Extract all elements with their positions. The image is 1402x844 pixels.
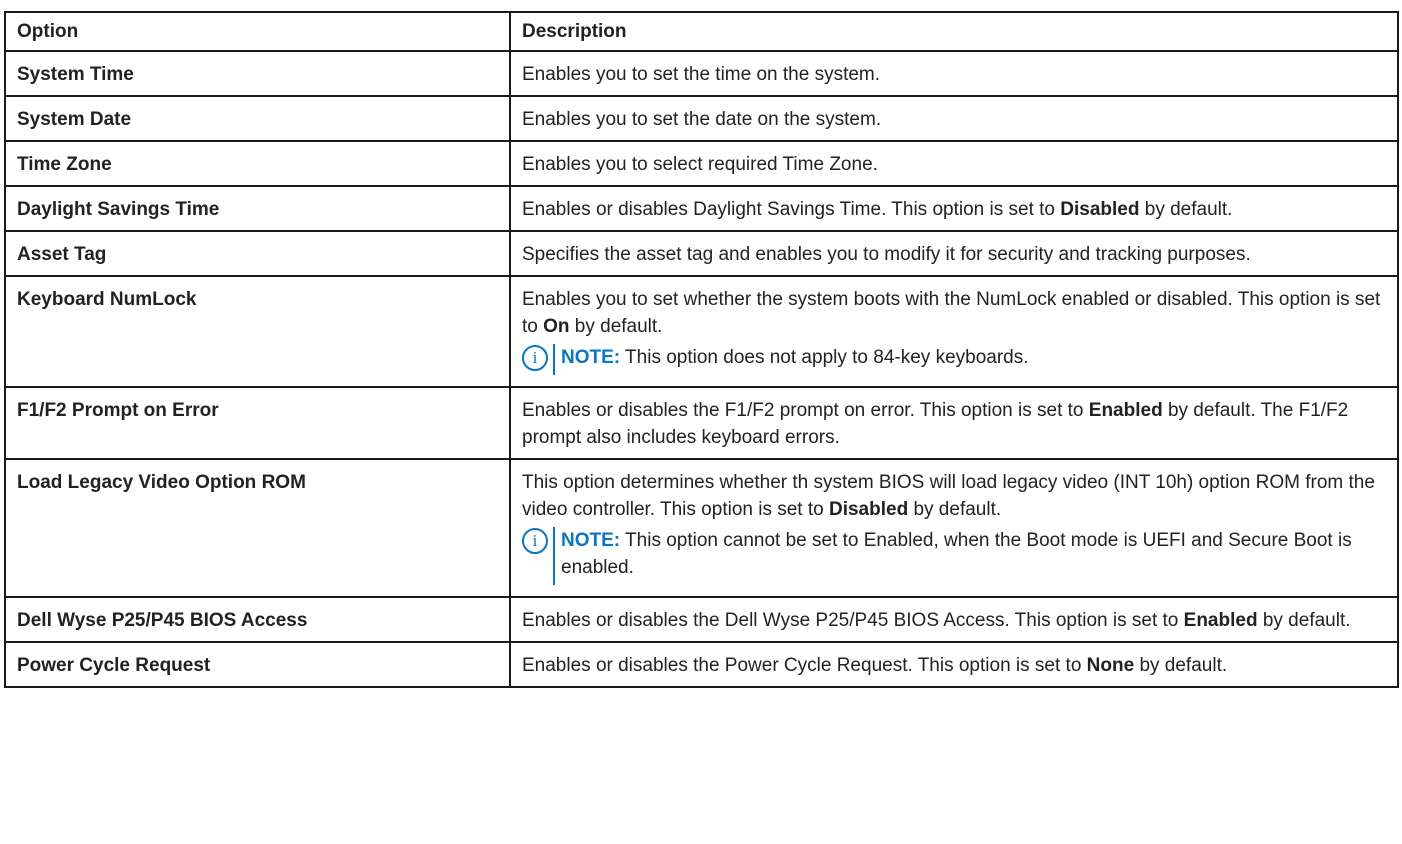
description-text: Specifies the asset tag and enables you … [522, 244, 1251, 265]
note-text: This option does not apply to 84-key key… [620, 347, 1029, 368]
table-row: Keyboard NumLock Enables you to set whet… [4, 275, 1399, 388]
option-column-header: Option [4, 11, 511, 52]
note-callout: i NOTE: This option cannot be set to Ena… [522, 527, 1387, 585]
description-column-header: Description [509, 11, 1399, 52]
note-callout: i NOTE: This option does not apply to 84… [522, 344, 1387, 375]
option-name: System Time [4, 50, 511, 97]
default-value: On [543, 316, 570, 337]
table-row: Power Cycle Request Enables or disables … [4, 641, 1399, 688]
description-text: Enables or disables the F1/F2 prompt on … [522, 400, 1089, 421]
note-body: NOTE: This option cannot be set to Enabl… [553, 527, 1387, 585]
option-name: Keyboard NumLock [4, 275, 511, 388]
description-text: Enables or disables the Power Cycle Requ… [522, 655, 1087, 676]
option-description: Enables you to select required Time Zone… [509, 140, 1399, 187]
description-text-tail: by default. [1257, 610, 1351, 631]
description-text: Enables you to set the date on the syste… [522, 109, 882, 130]
description-paragraph: Enables you to set whether the system bo… [522, 286, 1387, 340]
bios-options-table: Option Description System Time Enables y… [4, 11, 1399, 688]
description-paragraph: This option determines whether th system… [522, 469, 1387, 523]
table-row: Load Legacy Video Option ROM This option… [4, 458, 1399, 598]
option-name: Time Zone [4, 140, 511, 187]
description-text: Enables or disables Daylight Savings Tim… [522, 199, 1061, 220]
option-description: Enables or disables the F1/F2 prompt on … [509, 386, 1399, 460]
description-text: Enables you to set the time on the syste… [522, 64, 881, 85]
option-description: Enables or disables the Dell Wyse P25/P4… [509, 596, 1399, 643]
note-label: NOTE: [561, 347, 621, 368]
description-text-tail: by default. [1139, 199, 1233, 220]
info-circle-icon: i [522, 345, 548, 371]
option-name: Asset Tag [4, 230, 511, 277]
table-row: Time Zone Enables you to select required… [4, 140, 1399, 187]
default-value: None [1086, 655, 1135, 676]
note-text: This option cannot be set to Enabled, wh… [561, 530, 1352, 578]
description-text-tail: by default. [908, 499, 1002, 520]
option-description: Enables or disables the Power Cycle Requ… [509, 641, 1399, 688]
default-value: Disabled [828, 499, 909, 520]
description-text: Enables you to select required Time Zone… [522, 154, 878, 175]
option-description: Enables or disables Daylight Savings Tim… [509, 185, 1399, 232]
table-header-row: Option Description [4, 11, 1399, 52]
option-description: Enables you to set the date on the syste… [509, 95, 1399, 142]
option-name: System Date [4, 95, 511, 142]
table-row: Asset Tag Specifies the asset tag and en… [4, 230, 1399, 277]
table-row: Daylight Savings Time Enables or disable… [4, 185, 1399, 232]
default-value: Disabled [1060, 199, 1140, 220]
table-row: System Time Enables you to set the time … [4, 50, 1399, 97]
description-text-tail: by default. [1134, 655, 1228, 676]
option-name: F1/F2 Prompt on Error [4, 386, 511, 460]
default-value: Enabled [1183, 610, 1258, 631]
option-name: Daylight Savings Time [4, 185, 511, 232]
note-label: NOTE: [561, 530, 621, 551]
option-description: Enables you to set whether the system bo… [509, 275, 1399, 388]
option-name: Dell Wyse P25/P45 BIOS Access [4, 596, 511, 643]
option-description: Enables you to set the time on the syste… [509, 50, 1399, 97]
description-text: Enables or disables the Dell Wyse P25/P4… [522, 610, 1184, 631]
note-body: NOTE: This option does not apply to 84-k… [553, 344, 1029, 375]
table-row: Dell Wyse P25/P45 BIOS Access Enables or… [4, 596, 1399, 643]
table-row: System Date Enables you to set the date … [4, 95, 1399, 142]
default-value: Enabled [1088, 400, 1163, 421]
option-name: Power Cycle Request [4, 641, 511, 688]
option-description: Specifies the asset tag and enables you … [509, 230, 1399, 277]
option-description: This option determines whether th system… [509, 458, 1399, 598]
info-circle-icon: i [522, 528, 548, 554]
description-text-tail: by default. [569, 316, 663, 337]
option-name: Load Legacy Video Option ROM [4, 458, 511, 598]
table-row: F1/F2 Prompt on Error Enables or disable… [4, 386, 1399, 460]
